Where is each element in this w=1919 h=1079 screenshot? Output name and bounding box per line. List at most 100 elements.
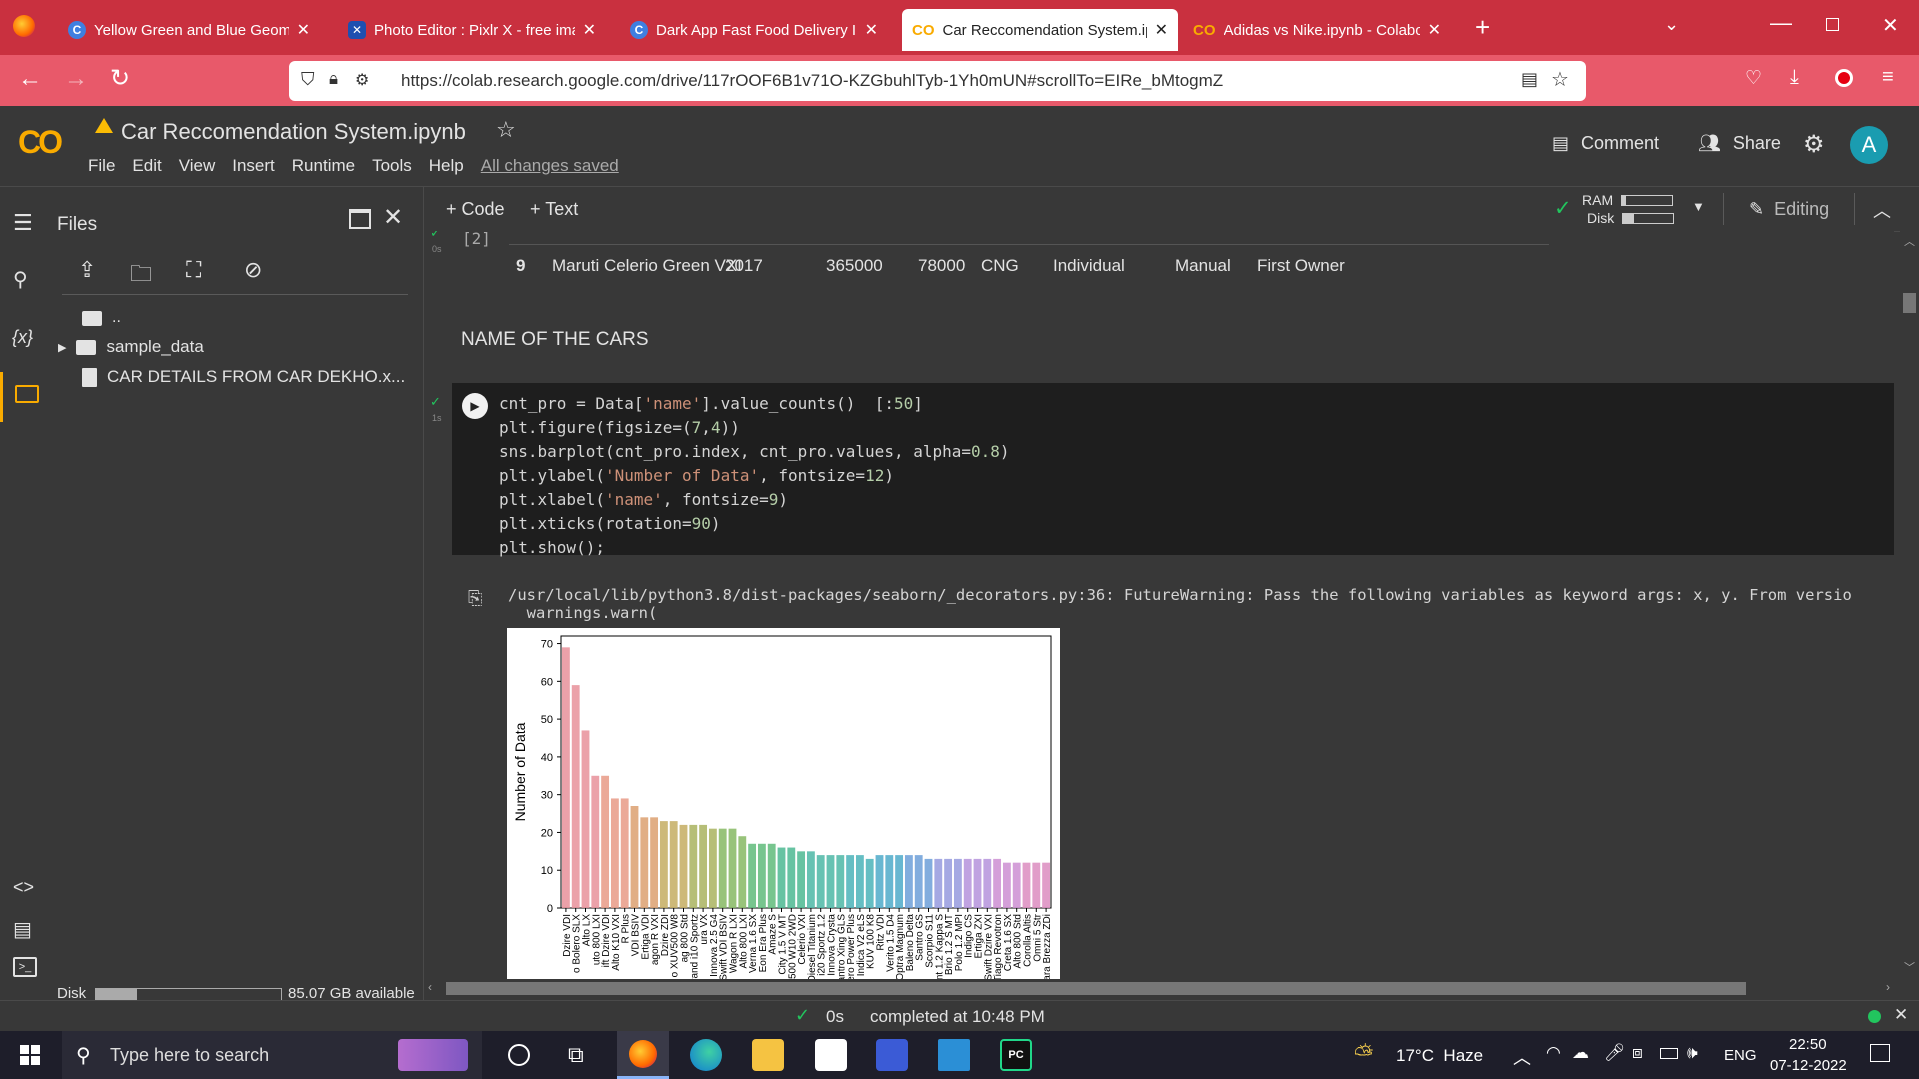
windows-start-icon[interactable] xyxy=(20,1045,40,1065)
scroll-down-icon[interactable]: ﹀ xyxy=(1904,959,1915,975)
saved-status[interactable]: All changes saved xyxy=(481,156,619,175)
refresh-folder-icon[interactable]: 🗀︎ xyxy=(130,257,152,295)
edge-icon[interactable] xyxy=(690,1039,722,1071)
menu-edit[interactable]: Edit xyxy=(132,156,161,175)
resource-monitor[interactable]: RAM Disk xyxy=(1582,191,1675,227)
resources-dropdown-icon[interactable]: ▼ xyxy=(1692,199,1705,214)
file-item-car-details[interactable]: CAR DETAILS FROM CAR DEKHO.x... xyxy=(82,367,405,387)
remote-app-icon[interactable] xyxy=(938,1039,970,1071)
status-completed[interactable]: completed at 10:48 PM xyxy=(870,1007,1045,1027)
terminal-icon[interactable]: >_ xyxy=(13,957,37,977)
colab-logo[interactable]: CO xyxy=(18,124,63,161)
close-status-icon[interactable]: ✕ xyxy=(1894,1005,1908,1025)
clock-time[interactable]: 22:50 xyxy=(1789,1036,1827,1053)
tab-1[interactable]: C Yellow Green and Blue Geometr ✕ xyxy=(58,9,320,51)
weather-text[interactable]: 17°C Haze xyxy=(1396,1046,1483,1066)
reload-icon[interactable]: ↻ xyxy=(110,64,130,93)
editing-mode-button[interactable]: ✎ Editing xyxy=(1749,199,1829,220)
tab-2[interactable]: ✕ Photo Editor : Pixlr X - free imac ✕ xyxy=(338,9,606,51)
back-arrow-icon[interactable]: ← xyxy=(18,65,42,93)
volume-icon[interactable]: 🕪︎ xyxy=(1687,1043,1698,1063)
files-icon[interactable] xyxy=(0,372,49,422)
notebook-title[interactable]: Car Reccomendation System.ipynb xyxy=(121,119,466,145)
menu-view[interactable]: View xyxy=(179,156,216,175)
file-item-sample-data[interactable]: ▶ sample_data xyxy=(58,337,204,357)
scroll-right-icon[interactable]: › xyxy=(1886,980,1890,994)
menu-help[interactable]: Help xyxy=(429,156,464,175)
run-cell-button[interactable]: ▶ xyxy=(462,393,488,419)
close-tab-icon[interactable]: ✕ xyxy=(1155,20,1168,40)
firefox-taskbar-icon[interactable] xyxy=(617,1031,669,1079)
upload-icon[interactable]: ⇪ xyxy=(78,257,96,283)
battery-icon[interactable] xyxy=(1660,1048,1678,1059)
pycharm-icon[interactable]: PC xyxy=(1000,1039,1032,1071)
close-window-button[interactable]: ✕ xyxy=(1882,13,1899,38)
hide-files-icon[interactable]: ⊘ xyxy=(244,257,262,283)
tab-4-active[interactable]: CO Car Reccomendation System.ipy ✕ xyxy=(902,9,1178,51)
shield-icon[interactable]: ⛉ xyxy=(301,69,315,90)
code-cell[interactable]: ▶ cnt_pro = Data['name'].value_counts() … xyxy=(452,383,1894,557)
firefox-icon[interactable] xyxy=(13,15,35,37)
open-in-tab-icon[interactable] xyxy=(349,209,371,229)
close-tab-icon[interactable]: ✕ xyxy=(297,20,310,40)
close-tab-icon[interactable]: ✕ xyxy=(865,20,878,40)
connection-status-dot[interactable] xyxy=(1868,1010,1881,1023)
scroll-left-icon[interactable]: ‹ xyxy=(428,980,432,994)
vertical-scrollbar[interactable]: ︿ ﹀ xyxy=(1900,231,1919,979)
command-palette-icon[interactable]: ▤ xyxy=(13,917,32,942)
close-panel-icon[interactable]: ✕ xyxy=(383,203,403,232)
reader-view-icon[interactable]: ▤ xyxy=(1521,69,1538,90)
task-view-icon[interactable]: ⧉ xyxy=(568,1042,584,1068)
search-icon[interactable]: ⚲ xyxy=(13,267,28,292)
app-icon[interactable] xyxy=(876,1039,908,1071)
forward-arrow-icon[interactable]: → xyxy=(64,65,88,93)
cortana-icon[interactable] xyxy=(508,1044,530,1066)
store-icon[interactable] xyxy=(815,1039,847,1071)
horizontal-scrollbar[interactable]: ‹ › xyxy=(424,979,1900,998)
expand-arrow-icon[interactable]: ▶ xyxy=(58,341,66,354)
new-tab-button[interactable]: + xyxy=(1475,12,1490,43)
notifications-icon[interactable] xyxy=(1870,1044,1890,1062)
search-highlight-icon[interactable] xyxy=(398,1039,468,1071)
pocket-icon[interactable]: ♡ xyxy=(1745,67,1762,90)
scrollbar-thumb-h[interactable] xyxy=(446,982,1746,995)
code-editor[interactable]: cnt_pro = Data['name'].value_counts() [:… xyxy=(499,392,1010,560)
language-indicator[interactable]: ENG xyxy=(1724,1047,1757,1064)
file-item-up[interactable]: .. xyxy=(82,309,121,327)
extension-icon[interactable] xyxy=(1835,69,1853,87)
url-text[interactable]: https://colab.research.google.com/drive/… xyxy=(401,71,1223,91)
app-menu-icon[interactable]: ≡ xyxy=(1882,66,1894,89)
downloads-icon[interactable]: ⤓ xyxy=(1790,66,1799,89)
clock-date[interactable]: 07-12-2022 xyxy=(1770,1057,1847,1074)
tray-chevron-icon[interactable]: ︿ xyxy=(1513,1044,1531,1070)
output-icon[interactable]: ⎘ xyxy=(468,588,482,609)
display-icon[interactable]: ⧈ xyxy=(1632,1043,1643,1063)
text-cell-heading[interactable]: NAME OF THE CARS xyxy=(461,329,649,351)
menu-insert[interactable]: Insert xyxy=(232,156,275,175)
address-bar[interactable]: ⛉ 🔒︎ ⚙ https://colab.research.google.com… xyxy=(289,61,1586,101)
code-snippets-icon[interactable]: <> xyxy=(13,877,34,898)
file-explorer-icon[interactable] xyxy=(752,1039,784,1071)
taskbar-search-box[interactable]: ⚲ Type here to search xyxy=(62,1031,482,1079)
bookmark-star-icon[interactable]: ☆ xyxy=(1551,67,1569,92)
variables-icon[interactable]: {x} xyxy=(12,327,33,348)
restore-button[interactable] xyxy=(1826,18,1839,31)
onedrive-icon[interactable]: ☁ xyxy=(1572,1043,1589,1063)
menu-file[interactable]: File xyxy=(88,156,115,175)
add-code-button[interactable]: + Code xyxy=(446,199,505,220)
network-icon[interactable]: ◠ xyxy=(1546,1043,1561,1063)
settings-gear-icon[interactable]: ⚙ xyxy=(1803,130,1825,159)
tab-5[interactable]: CO Adidas vs Nike.ipynb - Colabora ✕ xyxy=(1183,9,1451,51)
menu-runtime[interactable]: Runtime xyxy=(292,156,355,175)
collapse-header-chevron-icon[interactable]: ︿ xyxy=(1873,197,1891,223)
mount-drive-icon[interactable]: ⛶ xyxy=(186,257,201,283)
menu-tools[interactable]: Tools xyxy=(372,156,412,175)
comment-button[interactable]: ▤ Comment xyxy=(1552,133,1659,154)
microphone-icon[interactable]: 🎤︎ xyxy=(1604,1043,1626,1063)
weather-icon[interactable]: ⛅︎ xyxy=(1354,1041,1373,1069)
star-icon[interactable]: ☆ xyxy=(496,117,516,143)
permissions-icon[interactable]: ⚙ xyxy=(355,70,369,90)
tab-3[interactable]: C Dark App Fast Food Delivery Ins ✕ xyxy=(620,9,888,51)
close-tab-icon[interactable]: ✕ xyxy=(583,20,596,40)
avatar[interactable]: A xyxy=(1850,126,1888,164)
